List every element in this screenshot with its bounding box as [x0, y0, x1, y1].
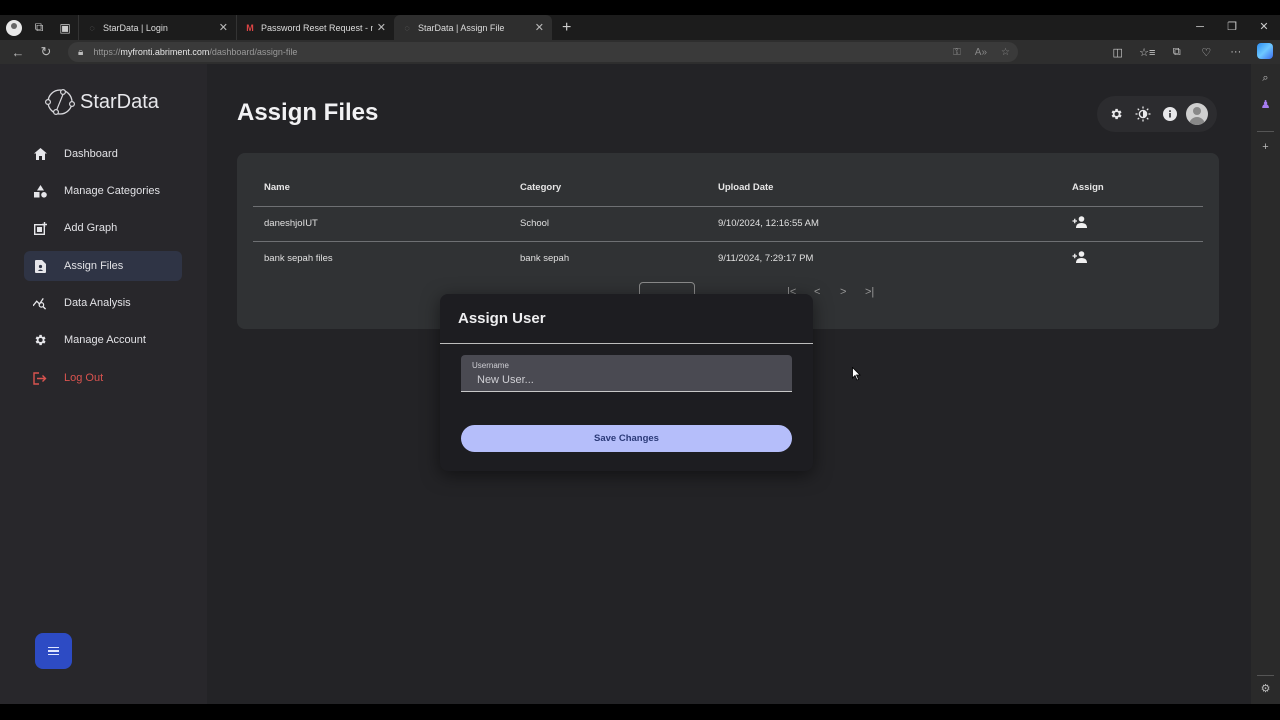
- column-header-assign: Assign: [1072, 182, 1104, 193]
- cell-upload-date: 9/10/2024, 12:16:55 AM: [718, 218, 819, 229]
- browser-tab-gmail[interactable]: M Password Reset Request - mahdij ✕: [236, 15, 394, 40]
- info-icon[interactable]: [1156, 104, 1183, 124]
- menu-toggle-button[interactable]: [35, 633, 72, 669]
- theme-toggle-icon[interactable]: [1129, 104, 1156, 124]
- divider: [1257, 675, 1274, 676]
- close-window-icon[interactable]: ✕: [1248, 15, 1280, 40]
- gear-icon: [33, 333, 47, 347]
- previous-page-button[interactable]: <: [814, 286, 820, 298]
- dialog-title: Assign User: [458, 310, 546, 327]
- favorite-star-icon[interactable]: ☆: [1001, 47, 1010, 58]
- cell-category: School: [520, 218, 550, 229]
- app: StarData Dashboard Manage Categories Add…: [0, 64, 1251, 704]
- column-header-upload-date[interactable]: Upload Date: [718, 182, 773, 193]
- person-add-icon: [1072, 216, 1087, 228]
- stardata-logo-icon: [44, 88, 76, 116]
- cell-upload-date: 9/11/2024, 7:29:17 PM: [718, 253, 814, 264]
- cell-name: daneshjoIUT: [264, 218, 318, 229]
- data-analysis-icon: [33, 296, 47, 310]
- restore-icon[interactable]: ❐: [1216, 15, 1248, 40]
- add-panel-icon[interactable]: +: [1251, 141, 1280, 153]
- menu-icon: [48, 646, 59, 649]
- settings-icon[interactable]: [1102, 104, 1129, 124]
- close-tab-icon[interactable]: ✕: [377, 21, 386, 34]
- assign-user-dialog: Assign User Username Save Changes: [440, 294, 813, 471]
- browser-tab-bar: ⧉ ▣ ◌ StarData | Login ✕ M Password Rese…: [0, 15, 1280, 40]
- brand[interactable]: StarData: [44, 86, 159, 118]
- header-actions: [1097, 96, 1217, 132]
- sidebar: StarData Dashboard Manage Categories Add…: [0, 64, 207, 704]
- lock-icon: 🔒︎: [78, 46, 84, 58]
- username-field[interactable]: Username: [461, 355, 792, 392]
- row-divider: [253, 241, 1203, 242]
- mouse-cursor-icon: [852, 367, 861, 381]
- gmail-favicon-icon: M: [246, 22, 254, 33]
- tab-actions-icon[interactable]: ▣: [52, 15, 78, 40]
- category-icon: [33, 184, 47, 198]
- divider: [1257, 131, 1274, 132]
- copilot-icon[interactable]: [1251, 42, 1280, 62]
- favorites-icon[interactable]: ☆≡: [1133, 46, 1163, 59]
- browser-tab-assign-file[interactable]: ◌ StarData | Assign File ✕: [394, 15, 552, 40]
- person-add-icon: [1072, 251, 1087, 263]
- page-title: Assign Files: [237, 99, 379, 126]
- refresh-icon[interactable]: ↻: [32, 44, 60, 60]
- sidebar-item-log-out[interactable]: Log Out: [24, 363, 182, 393]
- browser-essentials-icon[interactable]: ♡: [1192, 46, 1222, 59]
- column-header-category[interactable]: Category: [520, 182, 561, 193]
- stardata-favicon-icon: ◌: [404, 22, 410, 33]
- avatar[interactable]: [1186, 103, 1208, 125]
- header-divider: [253, 206, 1203, 207]
- url-text: https://myfronti.abriment.com/dashboard/…: [93, 47, 298, 57]
- sidebar-item-data-analysis[interactable]: Data Analysis: [24, 288, 182, 318]
- stardata-favicon-icon: ◌: [89, 22, 95, 33]
- assign-file-icon: [33, 259, 47, 273]
- sidebar-item-manage-account[interactable]: Manage Account: [24, 325, 182, 355]
- back-icon[interactable]: ←: [4, 45, 32, 60]
- more-menu-icon[interactable]: ···: [1221, 46, 1251, 58]
- settings-icon[interactable]: ⚙: [1251, 682, 1280, 695]
- cell-category: bank sepah: [520, 253, 570, 264]
- minimize-icon[interactable]: ─: [1184, 15, 1216, 40]
- logout-icon: [33, 371, 47, 385]
- username-input[interactable]: [472, 372, 782, 388]
- sidebar-item-manage-categories[interactable]: Manage Categories: [24, 176, 182, 206]
- search-icon[interactable]: ⌕: [1251, 72, 1280, 85]
- username-label: Username: [472, 361, 509, 370]
- last-page-button[interactable]: >|: [865, 286, 874, 298]
- sidebar-item-assign-files[interactable]: Assign Files: [24, 251, 182, 281]
- close-tab-icon[interactable]: ✕: [535, 21, 544, 34]
- sidebar-item-add-graph[interactable]: Add Graph: [24, 213, 182, 243]
- next-page-button[interactable]: >: [840, 286, 846, 298]
- save-changes-button[interactable]: Save Changes: [461, 425, 792, 452]
- column-header-name[interactable]: Name: [264, 182, 290, 193]
- assign-user-button[interactable]: [1071, 215, 1089, 229]
- sidebar-item-dashboard[interactable]: Dashboard: [24, 139, 182, 169]
- assign-user-button[interactable]: [1071, 250, 1089, 264]
- new-tab-button[interactable]: +: [562, 19, 571, 37]
- browser-toolbar: ← ↻ 🔒︎ https://myfronti.abriment.com/das…: [0, 40, 1280, 64]
- chess-icon[interactable]: ♟: [1251, 98, 1280, 111]
- workspaces-icon[interactable]: ⧉: [26, 15, 52, 40]
- window-controls: ─ ❐ ✕: [1184, 15, 1280, 40]
- add-graph-icon: [33, 221, 47, 235]
- address-bar[interactable]: 🔒︎ https://myfronti.abriment.com/dashboa…: [68, 42, 1018, 62]
- browser-tab-login[interactable]: ◌ StarData | Login ✕: [78, 15, 236, 40]
- cell-name: bank sepah files: [264, 253, 333, 264]
- brand-name: StarData: [80, 90, 159, 113]
- split-screen-icon[interactable]: ◫: [1103, 46, 1133, 59]
- edge-sidebar: ⌕ ♟ + ⚙: [1251, 64, 1280, 704]
- password-key-icon[interactable]: ⚿: [953, 47, 961, 58]
- profile-icon[interactable]: [6, 19, 22, 36]
- dialog-divider: [440, 343, 813, 344]
- read-aloud-icon[interactable]: A»: [975, 47, 987, 58]
- home-icon: [33, 147, 47, 161]
- collections-icon[interactable]: ⧉: [1162, 46, 1192, 59]
- close-tab-icon[interactable]: ✕: [219, 21, 228, 34]
